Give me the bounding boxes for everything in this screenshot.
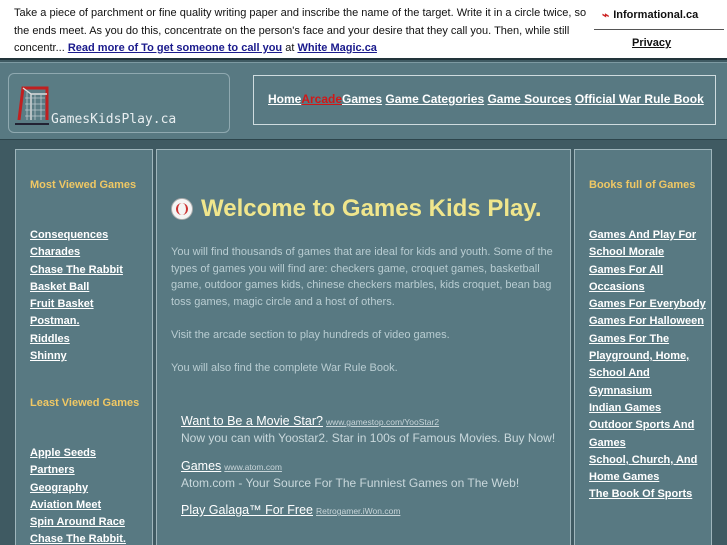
list-item[interactable]: Basket Ball xyxy=(30,279,150,296)
ad-description: Now you can with Yoostar2. Star in 100s … xyxy=(181,431,556,445)
list-item[interactable]: Chase The Rabbit xyxy=(30,262,150,279)
welcome-heading: Welcome to Games Kids Play. xyxy=(171,195,542,223)
top-nav: HomeArcadeGames Game Categories Game Sou… xyxy=(268,92,704,106)
nav-game-sources[interactable]: Game Sources xyxy=(487,92,571,106)
most-viewed-heading: Most Viewed Games xyxy=(30,179,137,191)
informational-brand-link[interactable]: ⌁ Informational.ca xyxy=(592,4,727,26)
sponsored-links: Want to Be a Movie Star? www.gamestop.com… xyxy=(181,412,561,528)
left-sidebar: Most Viewed Games Consequences Charades … xyxy=(15,149,153,545)
list-item[interactable]: Geography xyxy=(30,480,154,497)
white-magic-link[interactable]: White Magic.ca xyxy=(297,42,376,54)
intro-text: You will find thousands of games that ar… xyxy=(171,244,561,393)
ad-item: Games www.atom.com Atom.com - Your Source… xyxy=(181,457,561,493)
divider xyxy=(594,29,724,30)
intro-paragraph: You will also find the complete War Rule… xyxy=(171,361,398,374)
intro-paragraph: Visit the arcade section to play hundred… xyxy=(171,328,450,341)
ad-url-link[interactable]: www.atom.com xyxy=(224,462,282,472)
least-viewed-list: Apple Seeds Partners Geography Aviation … xyxy=(30,445,154,545)
logo-text: GamesKidsPlay.ca xyxy=(51,112,177,127)
list-item[interactable]: Games For Halloween xyxy=(589,313,711,330)
site-logo[interactable]: GamesKidsPlay.ca xyxy=(8,73,230,133)
list-item[interactable]: Aviation Meet xyxy=(30,497,154,514)
ad-item: Want to Be a Movie Star? www.gamestop.com… xyxy=(181,412,561,448)
list-item[interactable]: Spin Around Race xyxy=(30,514,154,531)
ad-url-link[interactable]: Retrogamer.iWon.com xyxy=(316,506,400,516)
list-item[interactable]: School, Church, And Home Games xyxy=(589,452,711,487)
least-viewed-heading: Least Viewed Games xyxy=(30,397,140,409)
ad-bar: Take a piece of parchment or fine qualit… xyxy=(0,0,727,60)
brand-label: Informational.ca xyxy=(613,9,699,21)
list-item[interactable]: Games For The Playground, Home, School A… xyxy=(589,331,711,400)
nav-war-rule-book[interactable]: Official War Rule Book xyxy=(575,92,704,106)
right-sidebar: Books full of Games Games And Play For S… xyxy=(574,149,712,545)
list-item[interactable]: Indian Games xyxy=(589,400,711,417)
list-item[interactable]: Apple Seeds xyxy=(30,445,154,462)
list-item[interactable]: Outdoor Sports And Games xyxy=(589,417,711,452)
list-item[interactable]: Games For All Occasions xyxy=(589,262,711,297)
books-list: Games And Play For School Morale Games F… xyxy=(589,227,711,504)
page-title: Welcome to Games Kids Play. xyxy=(201,195,542,222)
ad-title-link[interactable]: Want to Be a Movie Star? xyxy=(181,414,323,428)
at-word: at xyxy=(285,42,295,54)
list-item[interactable]: Partners xyxy=(30,462,154,479)
books-heading: Books full of Games xyxy=(589,179,696,191)
most-viewed-list: Consequences Charades Chase The Rabbit B… xyxy=(30,227,150,365)
nav-home[interactable]: Home xyxy=(268,92,301,106)
list-item[interactable]: Consequences xyxy=(30,227,150,244)
informational-logo-icon: ⌁ xyxy=(602,8,610,22)
list-item[interactable]: Charades xyxy=(30,244,150,261)
list-item[interactable]: Games For Everybody xyxy=(589,296,711,313)
nav-game-categories[interactable]: Game Categories xyxy=(385,92,484,106)
hockey-net-icon xyxy=(15,86,49,125)
nav-games[interactable]: Games xyxy=(342,92,382,106)
ad-url-link[interactable]: www.gamestop.com/YooStar2 xyxy=(326,417,439,427)
ad-title-link[interactable]: Play Galaga™ For Free xyxy=(181,503,313,517)
main-content: Welcome to Games Kids Play. You will fin… xyxy=(156,149,571,545)
list-item[interactable]: The Book Of Sports xyxy=(589,486,711,503)
site-header: GamesKidsPlay.ca HomeArcadeGames Game Ca… xyxy=(0,62,727,140)
list-item[interactable]: Fruit Basket xyxy=(30,296,150,313)
baseball-icon xyxy=(171,198,193,220)
privacy-link[interactable]: Privacy xyxy=(632,37,671,49)
intro-paragraph: You will find thousands of games that ar… xyxy=(171,246,553,308)
list-item[interactable]: Riddles xyxy=(30,331,150,348)
read-more-link[interactable]: Read more of To get someone to call you xyxy=(68,42,282,54)
list-item[interactable]: Games And Play For School Morale xyxy=(589,227,711,262)
ad-description: Atom.com - Your Source For The Funniest … xyxy=(181,475,520,490)
ad-item: Play Galaga™ For Free Retrogamer.iWon.com xyxy=(181,501,561,519)
list-item[interactable]: Shinny xyxy=(30,348,150,365)
ad-brand-panel: ⌁ Informational.ca Privacy xyxy=(592,4,727,56)
list-item[interactable]: Postman. xyxy=(30,313,150,330)
nav-arcade[interactable]: Arcade xyxy=(301,92,342,106)
ad-title-link[interactable]: Games xyxy=(181,459,221,473)
top-nav-box: HomeArcadeGames Game Categories Game Sou… xyxy=(253,75,716,125)
ad-text-block: Take a piece of parchment or fine qualit… xyxy=(14,5,590,58)
list-item[interactable]: Chase The Rabbit. xyxy=(30,531,154,545)
